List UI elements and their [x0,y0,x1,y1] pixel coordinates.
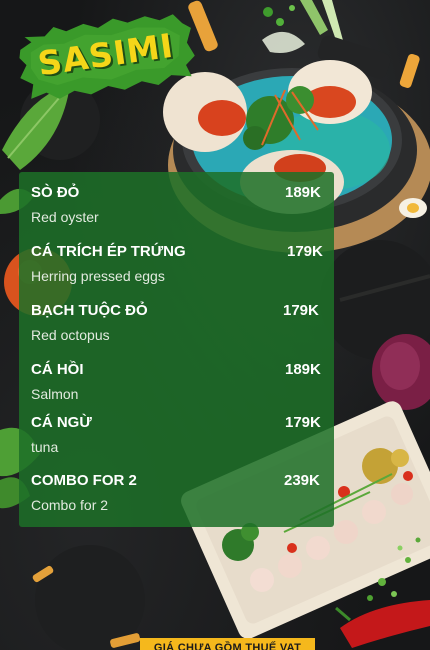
menu-item-price: 189K [285,184,321,201]
menu-panel: SÒ ĐỎ 189K Red oyster CÁ TRÍCH ÉP TRỨNG … [19,172,334,527]
tax-note: GIÁ CHƯA GỒM THUẾ VAT [140,638,315,650]
menu-item-price: 179K [283,302,319,319]
menu-item-name: CÁ HỒI [31,361,84,378]
menu-item-subtitle: Red octopus [31,327,110,343]
menu-item-subtitle: Salmon [31,386,79,402]
menu-item-name: CÁ NGỪ [31,414,92,431]
menu-item-name: SÒ ĐỎ [31,184,80,201]
menu-page: SASIMI SÒ ĐỎ 189K Red oyster CÁ TRÍCH ÉP… [0,0,430,650]
menu-item-name: BẠCH TUỘC ĐỎ [31,302,148,319]
menu-item-subtitle: tuna [31,439,59,455]
menu-item: BẠCH TUỘC ĐỎ 179K Red octopus [31,302,327,352]
menu-item-subtitle: Combo for 2 [31,497,109,513]
menu-item: CÁ TRÍCH ÉP TRỨNG 179K Herring pressed e… [31,243,327,293]
menu-item-price: 179K [285,414,321,431]
menu-item-price: 189K [285,361,321,378]
menu-item: CÁ HỒI 189K Salmon [31,361,327,411]
menu-item: COMBO FOR 2 239K Combo for 2 [31,472,327,522]
menu-item-price: 239K [284,472,320,489]
menu-item-subtitle: Red oyster [31,209,99,225]
menu-item-price: 179K [287,243,323,260]
menu-item-name: COMBO FOR 2 [31,472,137,489]
menu-item-name: CÁ TRÍCH ÉP TRỨNG [31,243,186,260]
menu-item: CÁ NGỪ 179K tuna [31,414,327,464]
menu-item-subtitle: Herring pressed eggs [31,268,165,284]
menu-item: SÒ ĐỎ 189K Red oyster [31,184,327,234]
